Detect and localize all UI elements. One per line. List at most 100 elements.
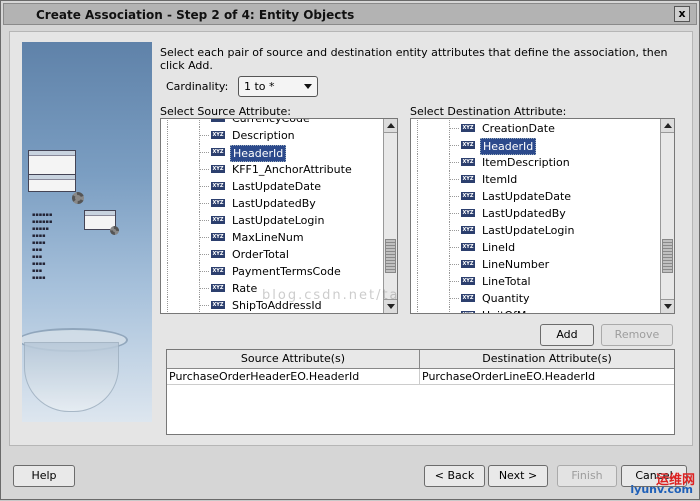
help-button[interactable]: Help [13, 465, 75, 487]
finish-button[interactable]: Finish [557, 465, 617, 487]
attribute-icon: XYZ [211, 284, 225, 292]
destination-list-item[interactable]: XYZ ItemId [411, 171, 660, 188]
arrow-down-icon [664, 304, 672, 309]
entity-box-icon [28, 174, 76, 192]
attribute-icon: XYZ [211, 267, 225, 275]
attribute-icon: XYZ [211, 131, 225, 139]
source-item-label: HeaderId [230, 145, 287, 162]
destination-item-label: LastUpdateLogin [482, 224, 575, 237]
destination-list-item[interactable]: XYZ LineNumber [411, 256, 660, 273]
attribute-icon: XYZ [461, 294, 475, 302]
attribute-icon: XYZ [211, 301, 225, 309]
destination-scrollbar[interactable] [660, 119, 674, 313]
attribute-icon: XYZ [211, 182, 225, 190]
next-button[interactable]: Next > [488, 465, 548, 487]
table-header-source: Source Attribute(s) [167, 350, 420, 369]
table-cell-source[interactable]: PurchaseOrderHeaderEO.HeaderId [167, 369, 420, 385]
destination-list-item[interactable]: XYZ LastUpdateLogin [411, 222, 660, 239]
attribute-icon: XYZ [461, 209, 475, 217]
attribute-icon: XYZ [211, 199, 225, 207]
attribute-icon: XYZ [461, 175, 475, 183]
table-header-destination: Destination Attribute(s) [420, 350, 674, 369]
source-list-item[interactable]: XYZ LastUpdateDate [161, 178, 383, 195]
source-item-label: LastUpdatedBy [232, 197, 316, 210]
source-item-label: LastUpdateLogin [232, 214, 325, 227]
logo-en-text: iyunv.com [630, 483, 693, 496]
attribute-icon: XYZ [211, 165, 225, 173]
back-button[interactable]: < Back [424, 465, 485, 487]
cup-icon [24, 342, 119, 412]
scroll-up-button[interactable] [661, 119, 674, 133]
source-list-item[interactable]: XYZ HeaderId [161, 144, 383, 162]
add-button[interactable]: Add [540, 324, 594, 346]
attribute-icon: XYZ [211, 216, 225, 224]
finish-button-label: Finish [571, 469, 603, 482]
source-item-label: KFF1_AnchorAttribute [232, 163, 352, 176]
source-list-item[interactable]: XYZ OrderTotal [161, 246, 383, 263]
blog-watermark: blog.csdn.net/ta [262, 288, 400, 303]
destination-item-label: LastUpdateDate [482, 190, 572, 203]
destination-item-label: LastUpdatedBy [482, 207, 566, 220]
scroll-thumb[interactable] [662, 239, 673, 273]
destination-item-label: LineTotal [482, 275, 531, 288]
add-button-label: Add [556, 328, 578, 341]
source-list-item[interactable]: XYZ PaymentTermsCode [161, 263, 383, 280]
destination-item-label: Quantity [482, 292, 530, 305]
destination-list-item[interactable]: XYZ Quantity [411, 290, 660, 307]
chevron-down-icon [304, 84, 312, 89]
cardinality-label: Cardinality: [166, 80, 229, 93]
remove-button[interactable]: Remove [601, 324, 673, 346]
source-scrollbar[interactable] [383, 119, 397, 313]
attribute-icon: XYZ [461, 141, 475, 149]
arrow-up-icon [664, 123, 672, 128]
attribute-icon: XYZ [461, 260, 475, 268]
destination-list-item[interactable]: XYZ ItemDescription [411, 154, 660, 171]
destination-list-item[interactable]: XYZ HeaderId [411, 137, 660, 155]
source-list-item[interactable]: XYZ LastUpdatedBy [161, 195, 383, 212]
scroll-up-button[interactable] [384, 119, 397, 133]
source-item-label: Description [232, 129, 295, 142]
source-list-item[interactable]: XYZ MaxLineNum [161, 229, 383, 246]
dialog-title: Create Association - Step 2 of 4: Entity… [36, 8, 355, 22]
scroll-thumb[interactable] [385, 239, 396, 273]
remove-button-label: Remove [614, 328, 660, 341]
source-item-label: OrderTotal [232, 248, 289, 261]
gear-icon [110, 226, 119, 235]
scroll-down-button[interactable] [661, 299, 674, 313]
attribute-icon: XYZ [461, 192, 475, 200]
source-list-item[interactable]: XYZ CurrencyCode [161, 119, 383, 127]
close-icon[interactable]: x [674, 6, 690, 22]
destination-attribute-list[interactable]: XYZ CreationDate XYZ HeaderId XYZ ItemDescrip… [410, 118, 675, 314]
site-logo: 运维网 iyunv.com [617, 469, 697, 499]
source-attribute-list[interactable]: XYZ CurrencyCode XYZ Description XYZ HeaderId… [160, 118, 398, 314]
attribute-icon: XYZ [211, 250, 225, 258]
source-list-item[interactable]: XYZ KFF1_AnchorAttribute [161, 161, 383, 178]
attribute-icon: XYZ [211, 148, 225, 156]
source-list-item[interactable]: XYZ Description [161, 127, 383, 144]
source-list-item[interactable]: XYZ LastUpdateLogin [161, 212, 383, 229]
cardinality-value: 1 to * [244, 80, 275, 93]
source-item-label: LastUpdateDate [232, 180, 322, 193]
title-bar: Create Association - Step 2 of 4: Entity… [3, 3, 697, 25]
table-cell-destination[interactable]: PurchaseOrderLineEO.HeaderId [420, 369, 674, 385]
destination-list-item[interactable]: XYZ LastUpdateDate [411, 188, 660, 205]
destination-list-item[interactable]: XYZ CreationDate [411, 120, 660, 137]
source-item-label: PaymentTermsCode [232, 265, 341, 278]
source-list-label: Select Source Attribute: [160, 105, 291, 118]
attribute-icon: XYZ [461, 124, 475, 132]
destination-list-item[interactable]: XYZ UnitOfMeasure [411, 307, 660, 313]
destination-list-item[interactable]: XYZ LineTotal [411, 273, 660, 290]
source-item-label: Rate [232, 282, 258, 295]
attribute-icon: XYZ [461, 277, 475, 285]
destination-list-label: Select Destination Attribute: [410, 105, 567, 118]
destination-item-label: LineId [482, 241, 516, 254]
arrow-down-icon [387, 304, 395, 309]
cardinality-select[interactable]: 1 to * [238, 76, 318, 97]
gear-icon [72, 192, 84, 204]
destination-item-label: LineNumber [482, 258, 550, 271]
destination-list-item[interactable]: XYZ LineId [411, 239, 660, 256]
create-association-dialog: Create Association - Step 2 of 4: Entity… [0, 0, 700, 500]
attribute-icon: XYZ [461, 311, 475, 313]
attribute-icon: XYZ [211, 119, 225, 122]
destination-list-item[interactable]: XYZ LastUpdatedBy [411, 205, 660, 222]
